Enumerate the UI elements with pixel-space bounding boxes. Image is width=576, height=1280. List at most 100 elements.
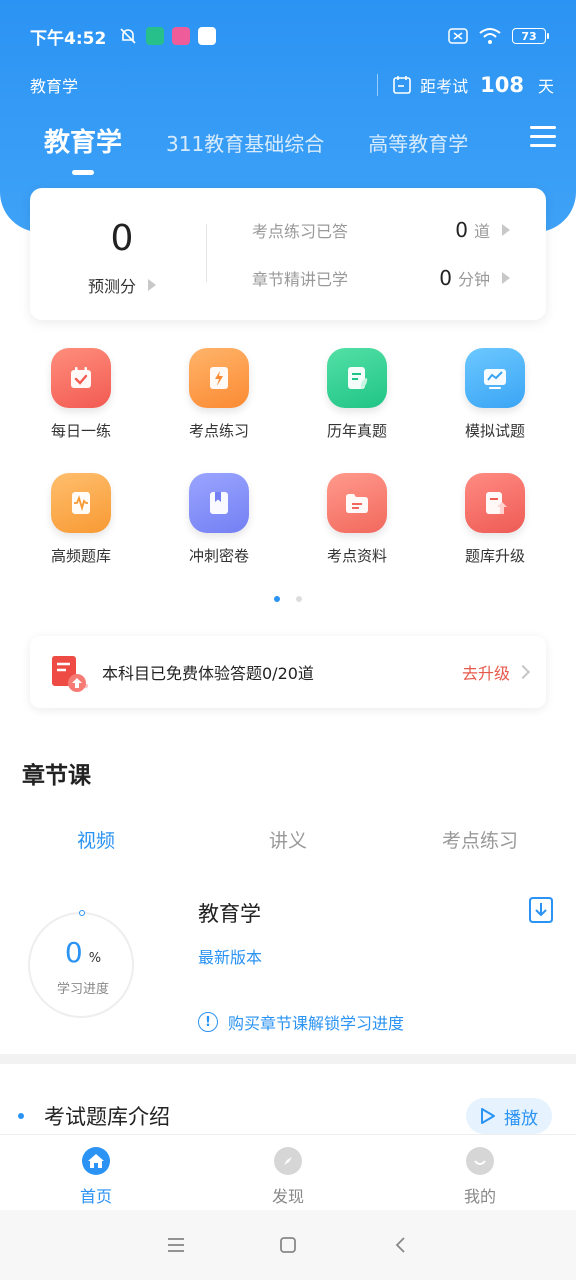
grid-upgrade-bank[interactable]: 题库升级 [426, 473, 564, 566]
menu-lines-icon[interactable] [162, 1231, 190, 1259]
divider [377, 74, 379, 96]
exam-countdown-unit: 天 [537, 77, 554, 96]
stat-lecture-label: 章节精讲已学 [252, 270, 349, 289]
calendar-icon [393, 76, 411, 94]
grid-past-exams[interactable]: 历年真题 [288, 348, 426, 441]
chapter-tabs: 视频 讲义 考点练习 [0, 826, 576, 853]
grid-label: 模拟试题 [464, 422, 525, 440]
progress-label: 学习进度 [56, 982, 109, 997]
stat-practice-value: 0 [455, 218, 468, 242]
play-button[interactable]: 播放 [466, 1098, 552, 1134]
section-divider [0, 1054, 576, 1064]
monitor-chart-icon [465, 348, 525, 408]
back-icon[interactable] [386, 1231, 414, 1259]
home-square-icon[interactable] [274, 1231, 302, 1259]
grid-materials[interactable]: 考点资料 [288, 473, 426, 566]
document-leaf-icon [327, 348, 387, 408]
stat-practice-label: 考点练习已答 [252, 222, 349, 241]
progress-unit: % [88, 951, 102, 966]
tab-311[interactable]: 311教育基础综合 [166, 118, 324, 157]
tab-chapter-practice[interactable]: 考点练习 [384, 826, 576, 853]
arrow-right-icon [502, 272, 510, 284]
compass-icon [274, 1147, 302, 1175]
tab-higher-education[interactable]: 高等教育学 [368, 118, 468, 157]
arrow-right-icon [502, 224, 510, 236]
grid-mock-exams[interactable]: 模拟试题 [426, 348, 564, 441]
grid-high-frequency[interactable]: 高频题库 [12, 473, 150, 566]
course-version: 最新版本 [198, 948, 263, 967]
buy-chapter-tip[interactable]: ! 购买章节课解锁学习进度 [198, 1010, 404, 1034]
chevron-right-icon [515, 664, 531, 680]
tab-jiaoyuxue[interactable]: 教育学 [44, 118, 122, 175]
book-bookmark-icon [189, 473, 249, 533]
nav-profile[interactable]: 我的 [384, 1135, 576, 1210]
nav-discover[interactable]: 发现 [192, 1135, 384, 1210]
battery-indicator: 73 [512, 28, 549, 44]
download-icon[interactable] [528, 896, 554, 924]
grid-label: 题库升级 [464, 547, 525, 565]
play-icon [481, 1108, 495, 1124]
upgrade-link[interactable]: 去升级 [462, 660, 510, 684]
progress-ring: 0% 学习进度 [28, 910, 134, 1018]
waveform-scroll-icon [51, 473, 111, 533]
grid-label: 冲刺密卷 [188, 547, 249, 565]
subject-row: 教育学 距考试 108 天 [30, 70, 554, 100]
stat-practice-unit: 道 [473, 222, 490, 241]
nav-label: 发现 [271, 1187, 304, 1206]
predicted-score-label: 预测分 [88, 277, 137, 296]
app-notification-icon [172, 27, 191, 45]
upgrade-banner[interactable]: 本科目已免费体验答题0/20道 去升级 [30, 636, 546, 708]
feature-grid: 每日一练 考点练习 历年真题 模拟试题 高频题库 冲刺密卷 考点资料 题库升级 [12, 348, 564, 566]
page-indicator [274, 596, 302, 602]
folder-icon [327, 473, 387, 533]
stat-practice[interactable]: 考点练习已答 0 道 [252, 218, 510, 242]
banner-text: 本科目已免费体验答题0/20道 [102, 664, 314, 683]
stat-lecture-unit: 分钟 [457, 270, 490, 289]
grid-topic-practice[interactable]: 考点练习 [150, 348, 288, 441]
shield-app-icon [146, 27, 165, 45]
intro-row: 考试题库介绍 播放 [18, 1098, 552, 1134]
stat-lecture[interactable]: 章节精讲已学 0 分钟 [252, 266, 510, 290]
nav-home[interactable]: 首页 [0, 1135, 192, 1210]
wifi-icon [479, 28, 501, 44]
course-name: 教育学 [198, 902, 261, 926]
score-card: 0 预测分 考点练习已答 0 道 章节精讲已学 0 分钟 [30, 188, 546, 320]
sim-icon [448, 28, 468, 44]
play-label: 播放 [504, 1108, 538, 1129]
bottom-nav: 首页 发现 我的 [0, 1134, 576, 1210]
grid-label: 考点资料 [326, 547, 387, 565]
grid-sprint-papers[interactable]: 冲刺密卷 [150, 473, 288, 566]
status-bar: 下午4:52 73 [30, 22, 549, 50]
current-subject[interactable]: 教育学 [30, 73, 78, 97]
grid-label: 高频题库 [50, 547, 111, 565]
predicted-score: 0 [110, 218, 134, 259]
tab-video[interactable]: 视频 [0, 826, 192, 853]
intro-title: 考试题库介绍 [44, 1105, 170, 1129]
section-title: 章节课 [22, 763, 91, 789]
tab-handout[interactable]: 讲义 [192, 826, 384, 853]
grid-label: 考点练习 [188, 422, 249, 440]
status-time: 下午4:52 [30, 28, 107, 49]
grid-daily-practice[interactable]: 每日一练 [12, 348, 150, 441]
upgrade-doc-icon [465, 473, 525, 533]
progress-value: 0 [64, 936, 83, 969]
exam-countdown-days: 108 [480, 73, 524, 97]
lightning-doc-icon [189, 348, 249, 408]
subject-tabs: 教育学 311教育基础综合 高等教育学 [44, 118, 556, 175]
grid-label: 历年真题 [326, 422, 387, 440]
menu-icon[interactable] [530, 126, 556, 153]
bullet-dot [18, 1113, 24, 1119]
info-icon: ! [198, 1012, 218, 1032]
divider [206, 224, 207, 282]
exam-countdown-label: 距考试 [420, 77, 469, 96]
app-notification-icon [198, 27, 217, 45]
nav-label: 首页 [79, 1187, 112, 1206]
predicted-score-link[interactable]: 预测分 [88, 273, 157, 297]
nav-label: 我的 [463, 1187, 496, 1206]
progress-marker [79, 910, 85, 916]
buy-tip-text: 购买章节课解锁学习进度 [228, 1014, 405, 1033]
system-nav-bar [0, 1210, 576, 1280]
mute-bell-icon [120, 28, 136, 44]
calendar-check-icon [51, 348, 111, 408]
arrow-right-icon [148, 279, 157, 291]
